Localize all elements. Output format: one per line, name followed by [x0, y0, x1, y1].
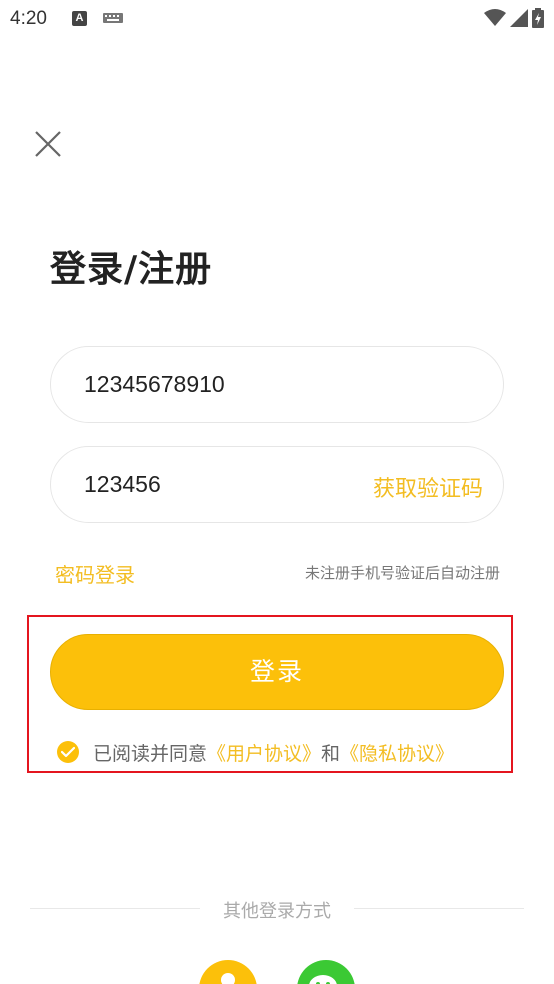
close-icon: [35, 131, 61, 157]
agreement-conjunction: 和: [321, 742, 341, 765]
battery-icon: [532, 8, 544, 28]
wifi-icon: [484, 9, 506, 26]
phone-login-icon: [221, 973, 235, 984]
auto-register-hint: 未注册手机号验证后自动注册: [304, 564, 500, 582]
agreement-checkbox[interactable]: [57, 741, 79, 763]
status-time: 4:20: [10, 8, 47, 29]
user-agreement-link[interactable]: 《用户协议》: [207, 739, 321, 766]
close-button[interactable]: [32, 128, 64, 160]
phone-login-button[interactable]: [199, 960, 257, 984]
verification-code-input[interactable]: [84, 447, 354, 522]
wechat-icon: [309, 975, 337, 984]
checkmark-icon: [61, 746, 75, 758]
privacy-policy-link[interactable]: 《隐私协议》: [340, 739, 454, 766]
agreement-row: 已阅读并同意 《用户协议》 和 《隐私协议》: [57, 738, 454, 766]
password-login-link[interactable]: 密码登录: [55, 559, 135, 588]
login-button[interactable]: 登录: [50, 634, 504, 710]
phone-field: [50, 346, 504, 423]
keyboard-icon: [103, 13, 123, 23]
page-title: 登录/注册: [50, 249, 213, 290]
other-login-label: 其他登录方式: [223, 901, 331, 922]
cellular-signal-icon: [510, 9, 528, 27]
status-bar: 4:20 A: [0, 0, 554, 38]
wechat-login-button[interactable]: [297, 960, 355, 984]
get-code-button[interactable]: 获取验证码: [373, 471, 483, 503]
verification-code-field: 获取验证码: [50, 446, 504, 523]
agreement-prefix: 已阅读并同意: [93, 742, 208, 765]
phone-input[interactable]: [84, 347, 354, 422]
input-method-a-icon: A: [72, 11, 87, 26]
divider: [354, 908, 524, 909]
status-icons: [484, 8, 544, 28]
